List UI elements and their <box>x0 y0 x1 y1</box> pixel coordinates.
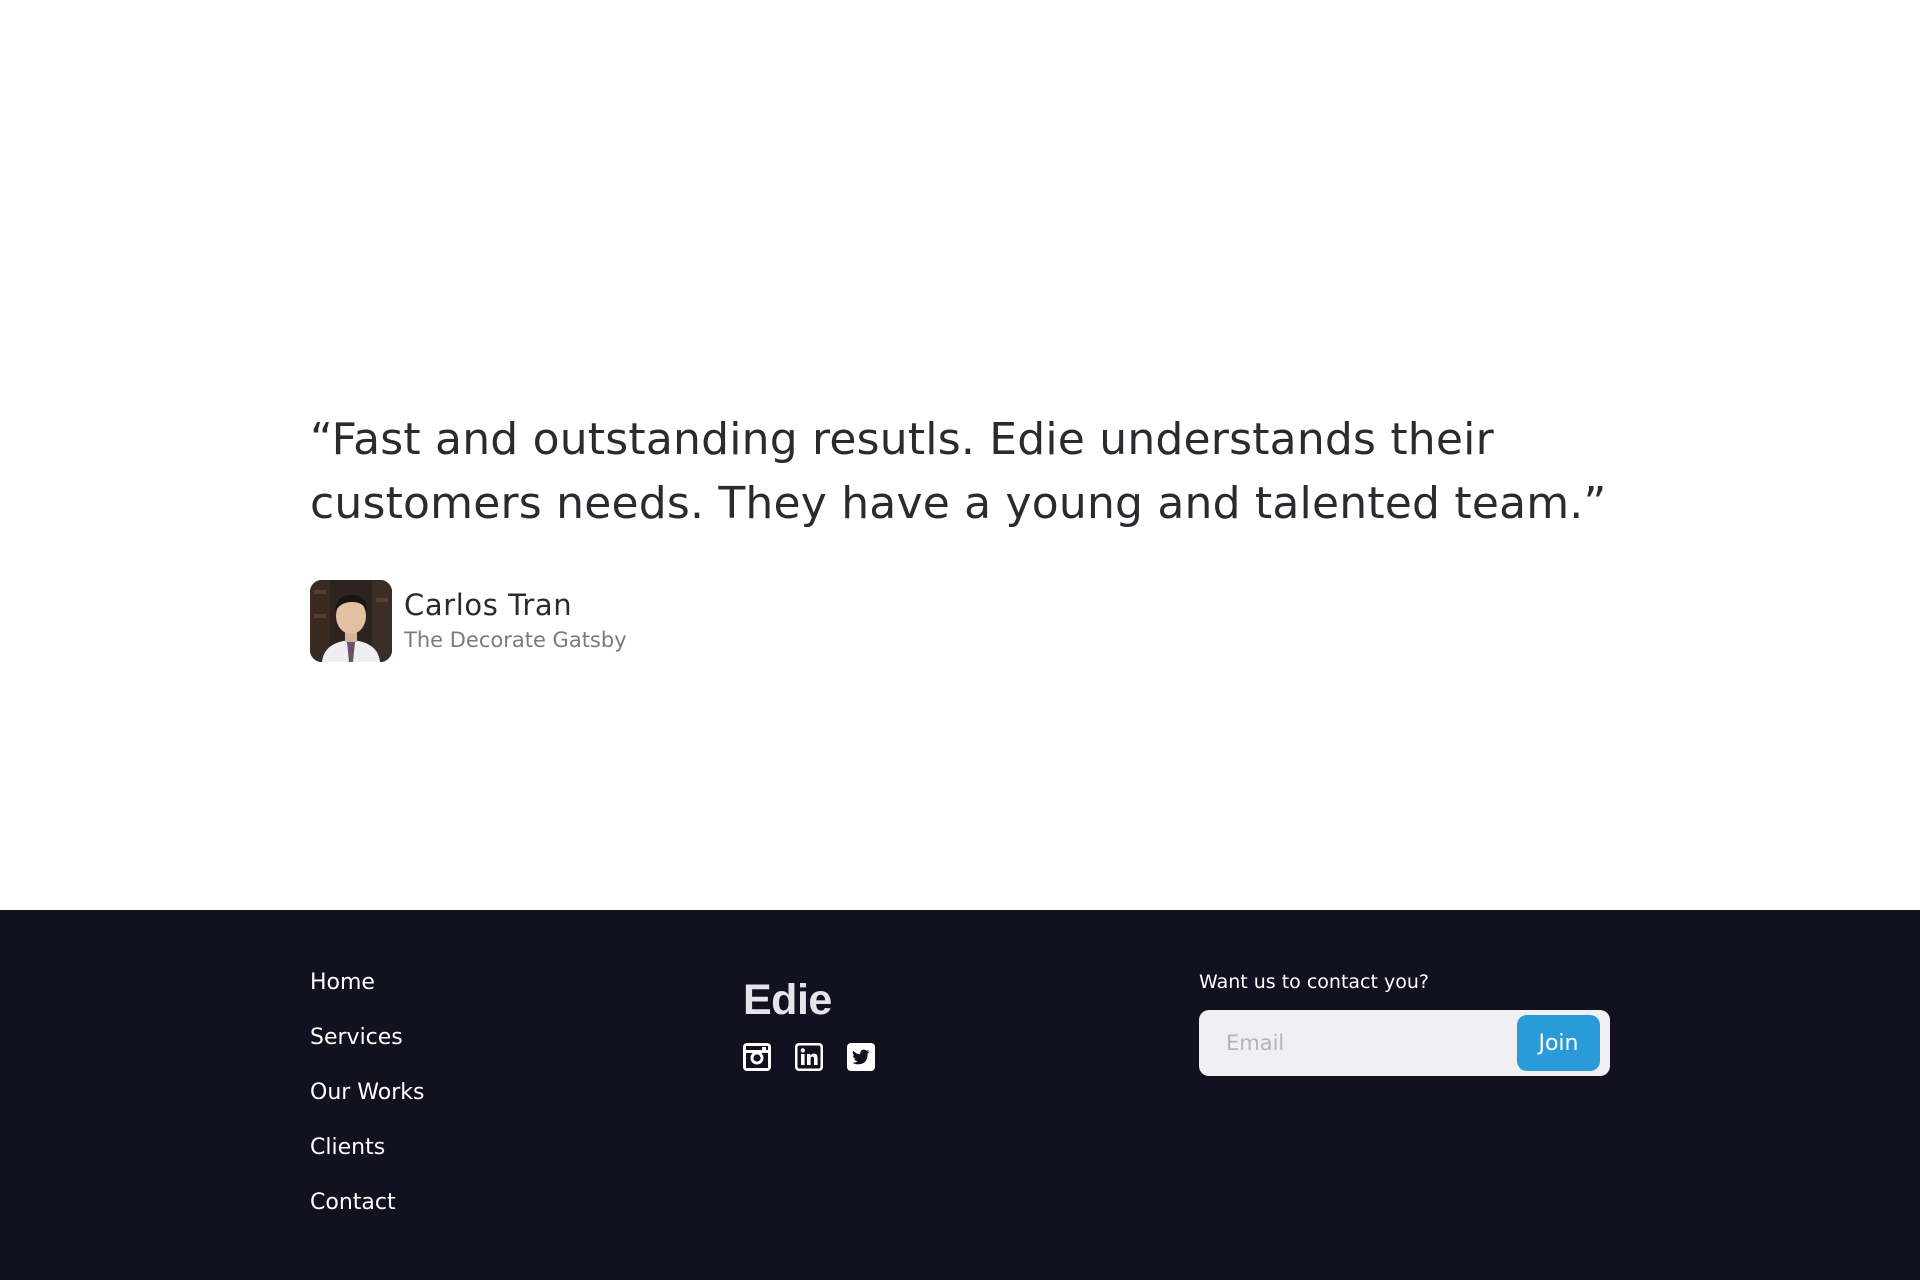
instagram-icon[interactable] <box>743 1043 771 1071</box>
avatar <box>310 580 392 662</box>
footer-nav-clients[interactable]: Clients <box>310 1133 424 1188</box>
testimonial-quote: “Fast and outstanding resutls. Edie unde… <box>310 408 1640 536</box>
footer: Home Services Our Works Clients Contact … <box>0 910 1920 1280</box>
author-company: The Decorate Gatsby <box>404 628 627 652</box>
footer-brand[interactable]: Edie <box>743 976 832 1024</box>
testimonial-author: Carlos Tran The Decorate Gatsby <box>310 580 627 662</box>
footer-nav: Home Services Our Works Clients Contact <box>310 968 424 1243</box>
contact-label: Want us to contact you? <box>1199 971 1429 993</box>
author-name: Carlos Tran <box>404 588 573 622</box>
page: “Fast and outstanding resutls. Edie unde… <box>0 0 1920 1280</box>
twitter-icon[interactable] <box>847 1043 875 1071</box>
footer-nav-contact[interactable]: Contact <box>310 1188 424 1243</box>
join-button[interactable]: Join <box>1517 1015 1600 1071</box>
linkedin-icon[interactable] <box>795 1043 823 1071</box>
footer-nav-our-works[interactable]: Our Works <box>310 1078 424 1133</box>
social-links <box>743 1043 875 1071</box>
footer-nav-home[interactable]: Home <box>310 968 424 1023</box>
quote-line-2: customers needs. They have a young and t… <box>310 478 1607 529</box>
footer-nav-services[interactable]: Services <box>310 1023 424 1078</box>
testimonial-section: “Fast and outstanding resutls. Edie unde… <box>310 408 1640 662</box>
email-input[interactable] <box>1199 1010 1526 1076</box>
signup-form: Join <box>1199 1010 1610 1076</box>
quote-line-1: “Fast and outstanding resutls. Edie unde… <box>310 414 1494 465</box>
